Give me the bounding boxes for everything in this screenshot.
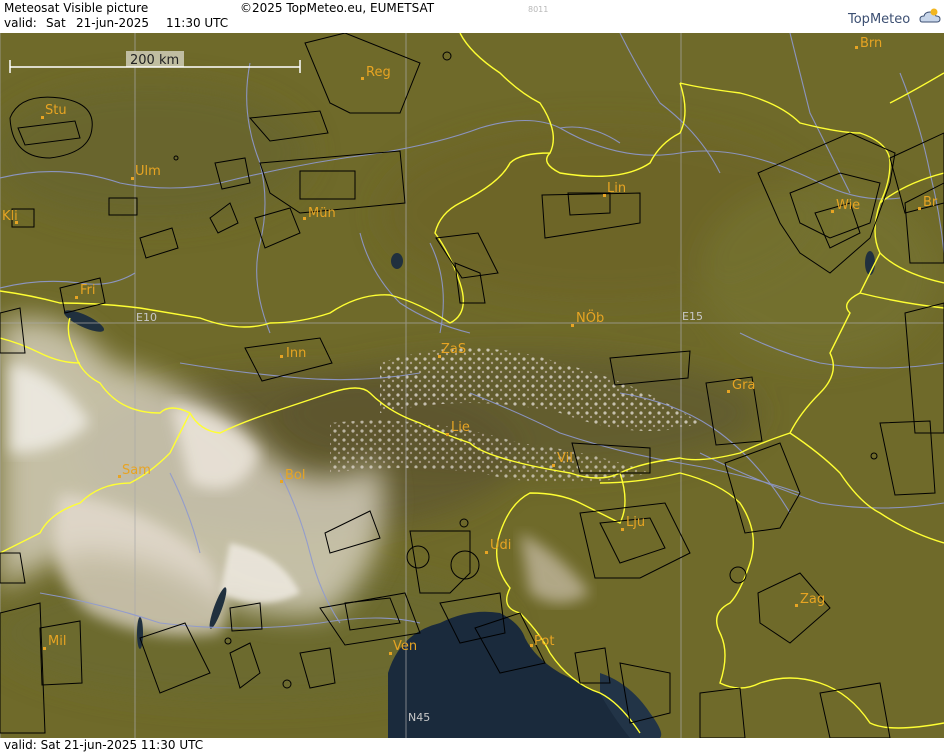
city-dot-mil — [43, 647, 46, 650]
footer-valid-text: valid: Sat 21-jun-2025 11:30 UTC — [4, 738, 204, 752]
city-label-kli[interactable]: Kli — [2, 209, 18, 224]
grid-label-n45: N45 — [408, 711, 430, 724]
copyright-text: ©2025 TopMeteo.eu, EUMETSAT — [240, 1, 435, 15]
city-dot-mun — [303, 217, 306, 220]
city-dot-lin — [603, 194, 606, 197]
city-label-sam[interactable]: Sam — [122, 463, 151, 478]
city-label-stu[interactable]: Stu — [45, 103, 67, 118]
satellite-map[interactable]: 200 km E10 E15 N45 Reg Brn Stu Ulm Mün L… — [0, 32, 944, 739]
city-dot-ven — [389, 652, 392, 655]
valid-time: 11:30 UTC — [166, 16, 229, 30]
city-dot-lju — [621, 528, 624, 531]
valid-date: 21-jun-2025 — [76, 16, 150, 30]
grid-label-e10: E10 — [136, 311, 157, 324]
city-dot-vil — [552, 464, 555, 467]
city-label-mun[interactable]: Mün — [308, 206, 336, 221]
map-viewer: Meteosat Visible picture ©2025 TopMeteo.… — [0, 0, 944, 753]
city-label-lie[interactable]: Lie — [451, 420, 470, 435]
city-dot-wie — [831, 210, 834, 213]
city-dot-gra — [727, 390, 730, 393]
city-label-nob[interactable]: NÖb — [576, 309, 604, 326]
city-dot-ulm — [131, 177, 134, 180]
city-dot-reg — [361, 77, 364, 80]
city-label-inn[interactable]: Inn — [286, 346, 306, 361]
city-dot-sam — [118, 475, 121, 478]
city-dot-fri — [75, 296, 78, 299]
valid-label: valid: — [4, 16, 37, 30]
city-label-lju[interactable]: Lju — [626, 515, 645, 530]
city-dot-brn — [855, 46, 858, 49]
city-dot-udi — [485, 551, 488, 554]
city-label-fri[interactable]: Fri — [80, 283, 96, 298]
city-label-vil[interactable]: Vil — [557, 451, 573, 466]
valid-day: Sat — [46, 16, 66, 30]
header-bar: Meteosat Visible picture ©2025 TopMeteo.… — [0, 0, 944, 33]
city-dot-nob — [571, 324, 574, 327]
product-code: 8011 — [528, 5, 549, 14]
city-label-udi[interactable]: Udi — [490, 538, 511, 553]
city-dot-bra — [918, 207, 921, 210]
footer-bar: valid: Sat 21-jun-2025 11:30 UTC — [0, 738, 944, 753]
city-label-brn[interactable]: Brn — [860, 36, 882, 51]
picture-title: Meteosat Visible picture — [4, 1, 149, 15]
city-label-wie[interactable]: Wie — [836, 198, 860, 213]
city-label-reg[interactable]: Reg — [366, 65, 391, 80]
city-dot-zag — [795, 604, 798, 607]
city-label-mil[interactable]: Mil — [48, 634, 66, 649]
city-label-ven[interactable]: Ven — [393, 639, 417, 654]
city-label-bra[interactable]: Br — [923, 195, 938, 210]
city-dot-pot — [530, 644, 533, 647]
city-dot-inn — [280, 355, 283, 358]
city-label-zag[interactable]: Zag — [800, 592, 825, 607]
weather-logo-icon — [919, 8, 941, 23]
city-label-bol[interactable]: Bol — [285, 468, 305, 483]
city-dot-bol — [280, 480, 283, 483]
city-dot-lie — [446, 433, 449, 436]
grid-label-e15: E15 — [682, 310, 703, 323]
city-label-zas[interactable]: ZaS — [441, 342, 466, 357]
topmeteo-logo: TopMeteo — [848, 12, 911, 27]
city-dot-stu — [41, 116, 44, 119]
city-label-ulm[interactable]: Ulm — [135, 164, 161, 179]
city-label-gra[interactable]: Gra — [732, 378, 755, 393]
city-label-lin[interactable]: Lin — [607, 181, 626, 196]
city-label-pot[interactable]: Pot — [534, 634, 554, 649]
scale-bar-label: 200 km — [130, 53, 179, 68]
map-canvas: 200 km E10 E15 N45 Reg Brn Stu Ulm Mün L… — [0, 32, 944, 739]
